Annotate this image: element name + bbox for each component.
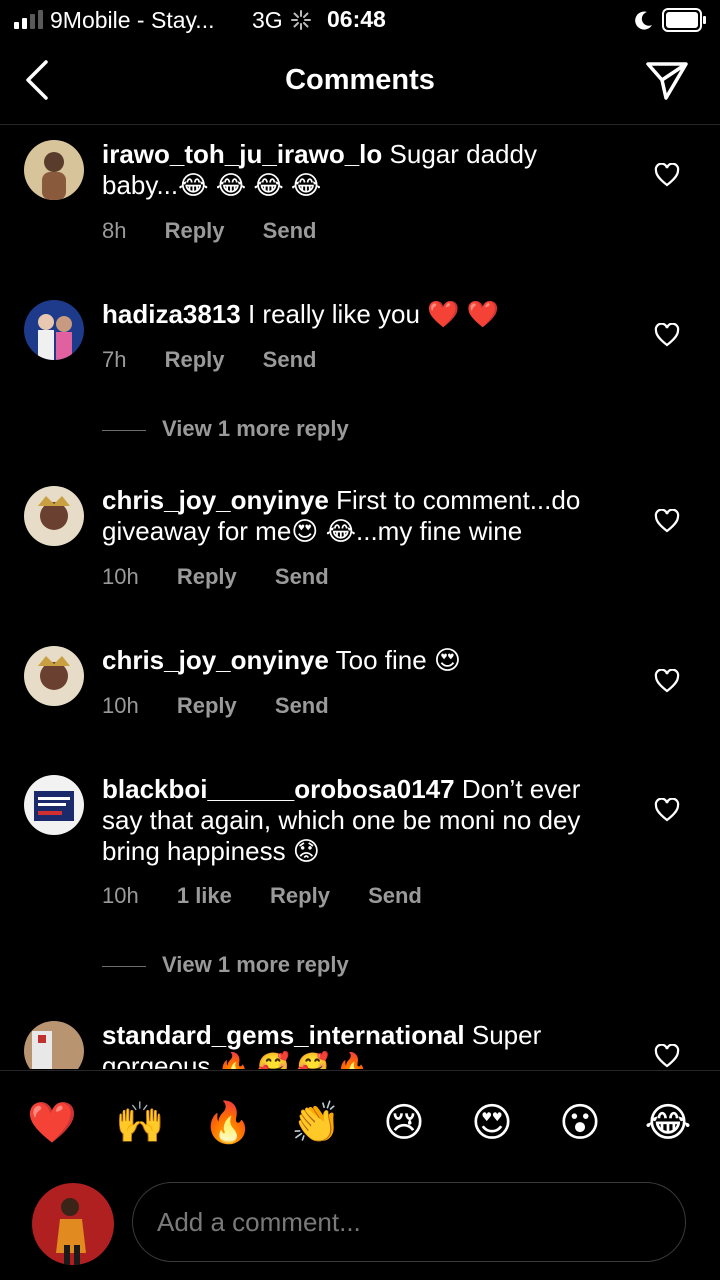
comment-text: standard_gems_international Super gorgeo… — [102, 1020, 612, 1069]
comment-input-placeholder: Add a comment... — [157, 1207, 361, 1237]
status-bar: 9Mobile - Stay... 3G 06:48 — [0, 0, 720, 40]
comment-text: irawo_toh_ju_irawo_lo Sugar daddy baby..… — [102, 139, 612, 201]
avatar[interactable] — [24, 646, 84, 706]
comment-meta: 10h Reply Send — [102, 564, 361, 590]
reply-button[interactable]: Reply — [165, 218, 225, 243]
status-time: 06:48 — [327, 6, 386, 32]
network-type: 3G — [252, 7, 283, 33]
view-more-label: View 1 more reply — [162, 416, 349, 441]
comment-username[interactable]: standard_gems_international — [102, 1020, 465, 1050]
comment-text: hadiza3813 I really like you ❤️ ❤️ — [102, 299, 612, 330]
comment-composer: Add a comment... — [0, 1176, 720, 1280]
comment-text: chris_joy_onyinye First to comment...do … — [102, 485, 612, 547]
comment-text: chris_joy_onyinye Too fine 😍 — [102, 645, 612, 676]
comment-input[interactable]: Add a comment... — [132, 1182, 686, 1262]
like-heart-icon[interactable] — [654, 1044, 680, 1068]
comment-meta: 8h Reply Send — [102, 218, 348, 244]
comment-username[interactable]: blackboi______orobosa0147 — [102, 774, 455, 804]
comment-username[interactable]: hadiza3813 — [102, 299, 241, 329]
emoji-heart-button[interactable]: ❤️ — [26, 1097, 78, 1149]
like-heart-icon[interactable] — [654, 509, 680, 533]
avatar[interactable] — [24, 486, 84, 546]
comment-username[interactable]: irawo_toh_ju_irawo_lo — [102, 139, 382, 169]
like-heart-icon[interactable] — [654, 798, 680, 822]
signal-icon — [14, 10, 43, 29]
view-more-replies[interactable]: View 1 more reply — [102, 952, 349, 978]
loading-spinner-icon — [291, 10, 311, 30]
emoji-raised-hands-button[interactable]: 🙌 — [114, 1097, 166, 1149]
do-not-disturb-icon — [635, 11, 652, 30]
view-more-replies[interactable]: View 1 more reply — [102, 416, 349, 442]
comment-username[interactable]: chris_joy_onyinye — [102, 485, 329, 515]
avatar[interactable] — [24, 775, 84, 835]
emoji-laughing-button[interactable]: 😂 — [642, 1097, 694, 1149]
send-button[interactable]: Send — [368, 883, 422, 908]
my-avatar — [32, 1183, 114, 1265]
divider-line — [102, 429, 146, 431]
view-more-label: View 1 more reply — [162, 952, 349, 977]
reply-button[interactable]: Reply — [177, 564, 237, 589]
like-heart-icon[interactable] — [654, 163, 680, 187]
avatar[interactable] — [24, 140, 84, 200]
comment-time: 10h — [102, 564, 139, 589]
avatar[interactable] — [24, 1021, 84, 1069]
comment-text: blackboi______orobosa0147 Don’t ever say… — [102, 774, 612, 867]
emoji-heart-eyes-button[interactable]: 😍 — [466, 1097, 518, 1149]
comment-body: I really like you ❤️ ❤️ — [240, 299, 500, 329]
carrier-name: 9Mobile - Stay... — [50, 7, 215, 33]
direct-send-icon[interactable] — [644, 58, 690, 102]
divider-line — [102, 965, 146, 967]
comment-time: 8h — [102, 218, 127, 243]
reply-button[interactable]: Reply — [165, 347, 225, 372]
comment-username[interactable]: chris_joy_onyinye — [102, 645, 329, 675]
like-heart-icon[interactable] — [654, 669, 680, 693]
comments-header: Comments — [0, 40, 720, 125]
likes-count[interactable]: 1 like — [177, 883, 232, 908]
page-title: Comments — [285, 64, 435, 96]
comment-time: 7h — [102, 347, 127, 372]
emoji-surprised-button[interactable]: 😮 — [554, 1097, 606, 1149]
send-button[interactable]: Send — [275, 693, 329, 718]
send-button[interactable]: Send — [263, 347, 317, 372]
send-button[interactable]: Send — [275, 564, 329, 589]
emoji-fire-button[interactable]: 🔥 — [202, 1097, 254, 1149]
avatar[interactable] — [24, 300, 84, 360]
comment-time: 10h — [102, 693, 139, 718]
emoji-clap-button[interactable]: 👏 — [290, 1097, 342, 1149]
battery-icon — [662, 8, 706, 32]
reply-button[interactable]: Reply — [177, 693, 237, 718]
emoji-crying-button[interactable]: 😢 — [378, 1097, 430, 1149]
like-heart-icon[interactable] — [654, 323, 680, 347]
comment-time: 10h — [102, 883, 139, 908]
send-button[interactable]: Send — [263, 218, 317, 243]
comments-list[interactable]: irawo_toh_ju_irawo_lo Sugar daddy baby..… — [0, 125, 720, 1069]
comment-body: Too fine 😍 — [328, 645, 462, 675]
comment-meta: 7h Reply Send — [102, 347, 348, 373]
emoji-quick-bar: ❤️ 🙌 🔥 👏 😢 😍 😮 😂 — [0, 1070, 720, 1177]
comment-meta: 10h 1 like Reply Send — [102, 883, 454, 909]
comment-meta: 10h Reply Send — [102, 693, 361, 719]
reply-button[interactable]: Reply — [270, 883, 330, 908]
